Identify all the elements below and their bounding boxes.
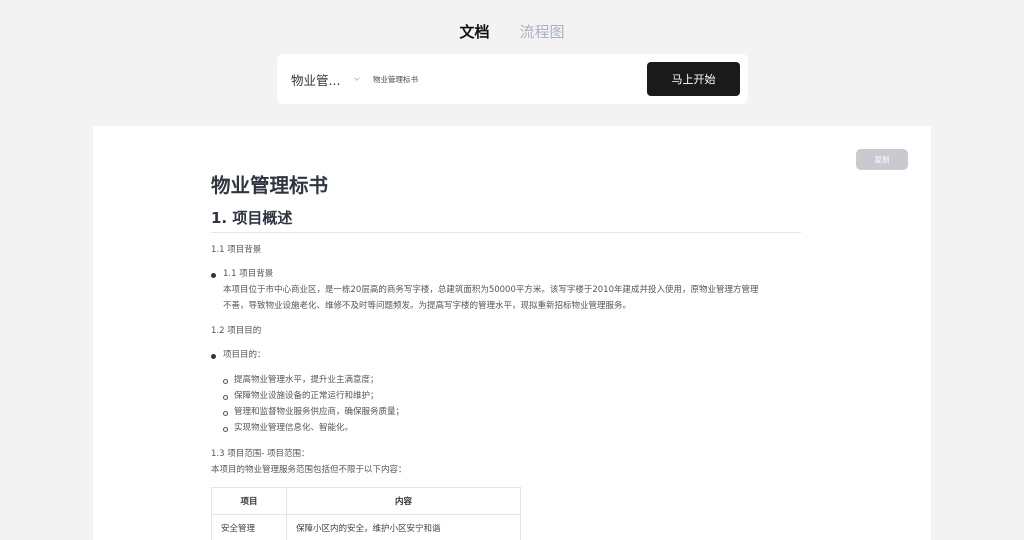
bullet-text: 项目目的： xyxy=(223,350,266,360)
paragraph-line: 本项目位于市中心商业区，是一栋20层高的商务写字楼，总建筑面积为50000平方米… xyxy=(223,285,759,295)
subsection-label: 1.3 项目范围- 项目范围： xyxy=(211,449,310,459)
bullet-dot xyxy=(211,273,216,278)
copy-button[interactable]: 复制 xyxy=(856,149,908,170)
subsection-label: 1.2 项目目的 xyxy=(211,326,262,336)
bullet-dot xyxy=(211,354,216,359)
table-header-cell: 项目 xyxy=(211,487,287,515)
table-row: 安全管理 保障小区内的安全，维护小区安宁和谐 xyxy=(211,514,521,540)
sub-bullet-circle xyxy=(223,395,228,400)
table-header-cell: 内容 xyxy=(286,487,521,515)
tab-document[interactable]: 文档 xyxy=(459,22,489,42)
bullet-title: 1.1 项目背景 xyxy=(223,269,274,279)
document-title: 物业管理标书 xyxy=(211,174,329,197)
topic-input[interactable] xyxy=(373,69,623,89)
mode-tabs: 文档 流程图 xyxy=(0,22,1024,42)
table-cell: 安全管理 xyxy=(211,514,287,540)
paragraph-line: 本项目的物业管理服务范围包括但不限于以下内容： xyxy=(211,465,407,475)
template-select[interactable]: 物业管... xyxy=(291,70,373,89)
table-header-row: 项目 内容 xyxy=(211,487,521,515)
list-item: 实现物业管理信息化、智能化。 xyxy=(234,423,354,433)
paragraph-line: 不善，导致物业设施老化、维修不及时等问题频发。为提高写字楼的管理水平，现拟重新招… xyxy=(223,301,632,311)
generator-input-card: 物业管... 马上开始 xyxy=(277,54,748,104)
template-select-value: 物业管... xyxy=(291,72,341,88)
chevron-down-icon xyxy=(353,74,363,84)
scope-table: 项目 内容 安全管理 保障小区内的安全，维护小区安宁和谐 xyxy=(211,487,521,540)
sub-bullet-circle xyxy=(223,427,228,432)
list-item: 管理和监督物业服务供应商，确保服务质量； xyxy=(234,407,405,417)
document-panel: 复制 物业管理标书 1. 项目概述 1.1 项目背景 1.1 项目背景 本项目位… xyxy=(93,126,931,540)
tab-flowchart[interactable]: 流程图 xyxy=(520,22,565,42)
start-button[interactable]: 马上开始 xyxy=(647,62,740,96)
list-item: 保障物业设施设备的正常运行和维护； xyxy=(234,391,379,401)
section-heading: 1. 项目概述 xyxy=(211,207,801,233)
sub-bullet-circle xyxy=(223,379,228,384)
list-item: 提高物业管理水平，提升业主满意度； xyxy=(234,375,379,385)
table-cell: 保障小区内的安全，维护小区安宁和谐 xyxy=(286,514,521,540)
subsection-label: 1.1 项目背景 xyxy=(211,245,262,255)
sub-bullet-circle xyxy=(223,411,228,416)
